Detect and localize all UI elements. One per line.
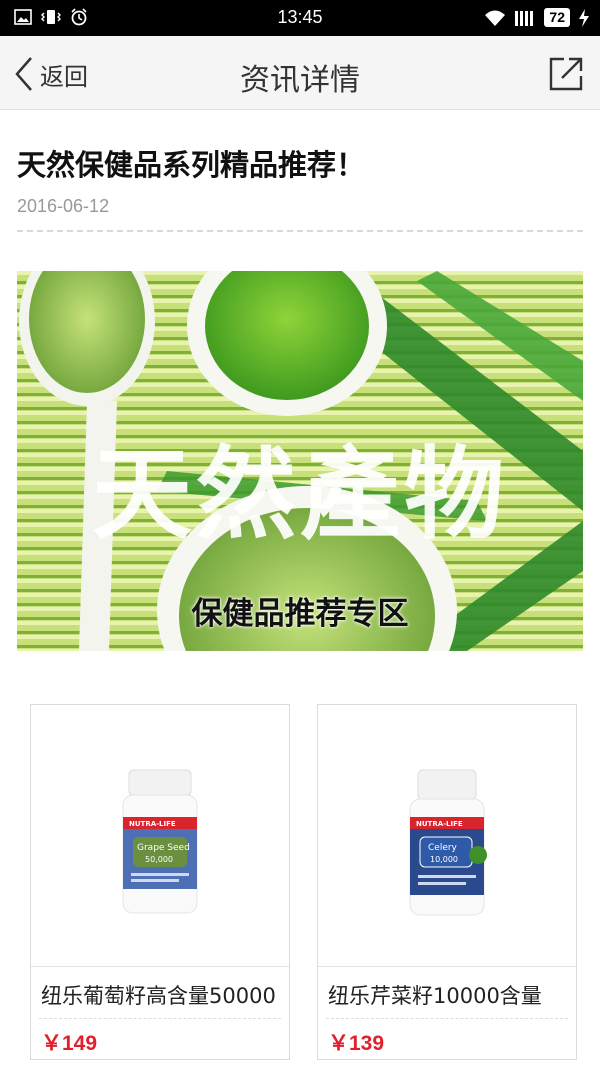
wifi-icon (485, 10, 506, 26)
label-title: Grape Seed (137, 843, 190, 853)
supplement-bottle-image: NUTRA-LIFE Celery 10,000 (409, 769, 487, 916)
battery-icon: 72 (544, 8, 570, 27)
product-divider (39, 1018, 281, 1019)
article-title: 天然保健品系列精品推荐！ (17, 148, 366, 182)
header-divider (17, 230, 583, 232)
product-card-grape-seed[interactable]: NUTRA-LIFE Grape Seed 50,000 纽乐葡萄籽高含量500… (30, 704, 290, 1060)
status-right-icons: 72 (484, 8, 590, 27)
product-price: ￥149 (41, 1032, 98, 1055)
product-divider (326, 1018, 568, 1019)
charging-icon (579, 8, 589, 27)
banner-image: 天然產物 保健品推荐专区 (17, 271, 583, 651)
label-value: 10,000 (430, 855, 458, 864)
product-name: 纽乐芹菜籽10000含量 (328, 984, 542, 1008)
banner-sub-text: 保健品推荐专区 (191, 596, 409, 632)
product-card-celery[interactable]: NUTRA-LIFE Celery 10,000 纽乐芹菜籽10000含量 ￥1… (317, 704, 577, 1060)
product-image: NUTRA-LIFE Celery 10,000 (318, 705, 576, 967)
label-value: 50,000 (145, 855, 173, 864)
page-title: 资讯详情 (240, 63, 360, 98)
label-brand: NUTRA-LIFE (416, 820, 463, 828)
article-date: 2016-06-12 (17, 196, 110, 216)
share-icon[interactable] (548, 56, 584, 92)
label-title: Celery (428, 843, 458, 853)
label-brand: NUTRA-LIFE (129, 820, 176, 828)
status-bar: 13:45 72 (0, 0, 600, 36)
banner-main-text: 天然產物 (92, 436, 508, 553)
signal-icon (515, 10, 534, 26)
product-name: 纽乐葡萄籽高含量50000 (41, 984, 276, 1008)
product-price: ￥139 (328, 1032, 385, 1055)
product-image: NUTRA-LIFE Grape Seed 50,000 (31, 705, 289, 967)
supplement-bottle-image: NUTRA-LIFE Grape Seed 50,000 (122, 769, 198, 914)
nav-bar: 返回 资讯详情 (0, 36, 600, 110)
